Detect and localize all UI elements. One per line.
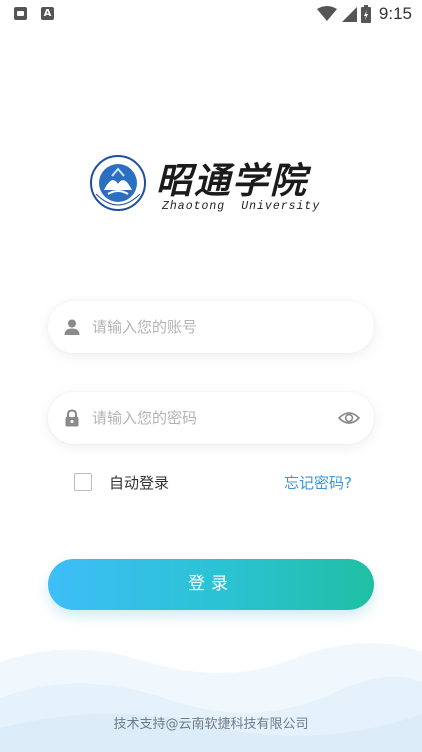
wifi-icon [316, 6, 337, 21]
cat-notification-icon [14, 7, 27, 20]
system-icons: 9:15 [316, 4, 412, 24]
signal-icon [341, 7, 357, 22]
eye-icon[interactable] [338, 408, 360, 428]
password-input[interactable] [92, 402, 322, 434]
account-input[interactable] [92, 311, 322, 343]
university-emblem-icon [90, 155, 146, 211]
forgot-password-link[interactable]: 忘记密码? [284, 472, 352, 493]
login-button[interactable]: 登录 [48, 559, 374, 610]
password-field [48, 392, 374, 444]
university-logo: 昭通学院 Zhaotong University [90, 152, 340, 218]
clock-time: 9:15 [378, 4, 412, 23]
status-bar: A 9:15 [0, 0, 422, 30]
university-name-en: Zhaotong University [162, 200, 320, 213]
a-notification-icon: A [41, 7, 54, 20]
footer-support-text: 技术支持@云南软捷科技有限公司 [113, 717, 309, 732]
auto-login-checkbox[interactable] [74, 473, 92, 491]
user-icon [64, 319, 80, 335]
notification-icons: A [14, 7, 54, 20]
university-name-en-part2: University [241, 200, 321, 213]
auto-login-label[interactable]: 自动登录 [109, 472, 169, 493]
background-wave [0, 642, 422, 752]
lock-icon [65, 409, 79, 427]
battery-charging-icon [360, 5, 371, 23]
university-name-en-part1: Zhaotong [162, 200, 226, 213]
university-name-cn: 昭通学院 [156, 160, 309, 202]
account-field [48, 301, 374, 353]
